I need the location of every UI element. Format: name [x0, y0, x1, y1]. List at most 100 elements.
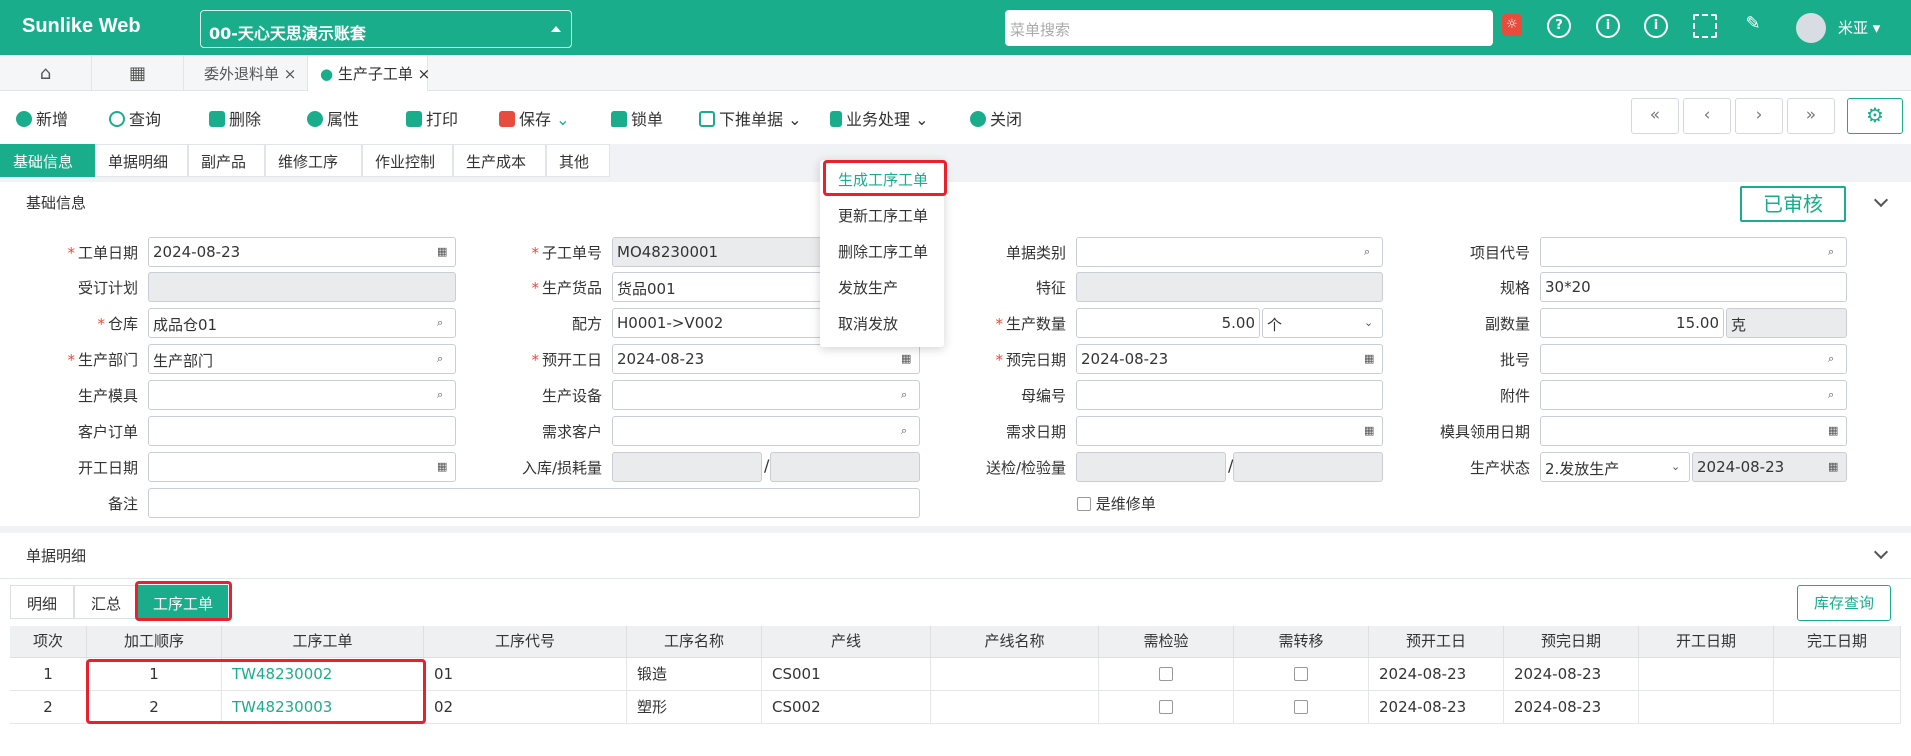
spec-field[interactable]: 30*20	[1540, 272, 1847, 302]
col-header[interactable]: 完工日期	[1774, 626, 1901, 658]
mold-date-field[interactable]: ▦	[1540, 416, 1847, 446]
feature-field[interactable]	[1076, 272, 1383, 302]
col-header[interactable]: 预完日期	[1504, 626, 1639, 658]
inspect-checkbox[interactable]	[1099, 691, 1234, 724]
col-header[interactable]: 需检验	[1099, 626, 1234, 658]
lock-button[interactable]: 锁单	[611, 106, 663, 130]
close-button[interactable]: 关闭	[970, 106, 1022, 130]
about-icon[interactable]: i	[1644, 14, 1668, 38]
inbound-field[interactable]	[612, 452, 762, 482]
save-button[interactable]: 保存 ⌄	[499, 106, 570, 130]
first-button[interactable]: «	[1631, 98, 1679, 134]
sub-qty-field[interactable]: 15.00	[1540, 308, 1724, 338]
mold-field[interactable]: ⌕	[148, 380, 456, 410]
tab-cost[interactable]: 生产成本	[453, 144, 546, 177]
transfer-checkbox[interactable]	[1234, 658, 1369, 691]
fullscreen-icon[interactable]	[1693, 14, 1717, 38]
dept-field[interactable]: 生产部门 ⌕	[148, 344, 456, 374]
calendar-icon[interactable]: ▦	[1364, 425, 1376, 437]
start-date-field[interactable]: 2024-08-23 ▦	[612, 344, 920, 374]
menu-search-input[interactable]: 菜单搜索	[1005, 10, 1493, 46]
tab-detail[interactable]: 单据明细	[95, 144, 188, 177]
end-date-field[interactable]: 2024-08-23 ▦	[1076, 344, 1383, 374]
properties-button[interactable]: 属性	[307, 106, 359, 130]
calendar-icon[interactable]: ▦	[437, 461, 449, 473]
checked-field[interactable]	[1233, 452, 1383, 482]
doc-type-field[interactable]: ⌕	[1076, 237, 1383, 267]
transfer-checkbox[interactable]	[1234, 691, 1369, 724]
loss-field[interactable]	[770, 452, 920, 482]
status-select[interactable]: 2.发放生产 ⌄	[1540, 452, 1690, 482]
query-button[interactable]: 查询	[109, 106, 161, 130]
checkbox-icon[interactable]	[1294, 700, 1308, 714]
checkbox-icon[interactable]	[1159, 667, 1173, 681]
attach-field[interactable]: ⌕	[1540, 380, 1847, 410]
menu-item-release[interactable]: 发放生产	[838, 277, 898, 298]
tab-sub-work-order[interactable]: ● 生产子工单 ×	[308, 55, 431, 91]
plan-field[interactable]	[148, 272, 456, 302]
avatar[interactable]	[1796, 13, 1826, 43]
col-header[interactable]: 工序名称	[627, 626, 762, 658]
col-header[interactable]: 工序代号	[424, 626, 627, 658]
tab-detail-list[interactable]: 明细	[10, 585, 74, 619]
chevron-down-icon[interactable]	[1873, 192, 1889, 208]
status-date-field[interactable]: 2024-08-23 ▦	[1692, 452, 1847, 482]
batch-field[interactable]: ⌕	[1540, 344, 1847, 374]
order-date-field[interactable]: 2024-08-23 ▦	[148, 237, 456, 267]
demand-date-field[interactable]: ▦	[1076, 416, 1383, 446]
menu-item-delete[interactable]: 删除工序工单	[838, 241, 928, 262]
project-field[interactable]: ⌕	[1540, 237, 1847, 267]
last-button[interactable]: »	[1787, 98, 1835, 134]
stock-query-button[interactable]: 库存查询	[1797, 585, 1891, 621]
qty-unit-select[interactable]: 个 ⌄	[1262, 308, 1383, 338]
help-icon[interactable]: ?	[1547, 14, 1571, 38]
user-name[interactable]: 米亚 ▾	[1838, 17, 1880, 38]
repair-checkbox[interactable]: 是维修单	[1077, 493, 1156, 514]
cust-order-field[interactable]	[148, 416, 456, 446]
close-icon[interactable]: ×	[418, 65, 431, 83]
close-icon[interactable]: ×	[284, 65, 297, 83]
search-icon[interactable]: ⌕	[1828, 246, 1840, 258]
chevron-down-icon[interactable]	[1873, 544, 1889, 560]
warehouse-field[interactable]: 成品仓01 ⌕	[148, 308, 456, 338]
checkbox-icon[interactable]	[1077, 497, 1091, 511]
col-header[interactable]: 开工日期	[1639, 626, 1774, 658]
col-header[interactable]: 产线	[762, 626, 931, 658]
search-icon[interactable]: ⌕	[1828, 389, 1840, 401]
notification-icon[interactable]: ☼	[1502, 14, 1522, 36]
next-button[interactable]: ›	[1735, 98, 1783, 134]
menu-item-cancel[interactable]: 取消发放	[838, 313, 898, 334]
begin-date-field[interactable]: ▦	[148, 452, 456, 482]
col-header[interactable]: 需转移	[1234, 626, 1369, 658]
col-header[interactable]: 加工顺序	[87, 626, 222, 658]
clean-icon[interactable]: ✎	[1741, 14, 1765, 38]
business-button[interactable]: 业务处理 ⌄	[830, 106, 929, 130]
prev-button[interactable]: ‹	[1683, 98, 1731, 134]
delete-button[interactable]: 删除	[209, 106, 261, 130]
account-select[interactable]: 00-天心天思演示账套	[200, 10, 572, 48]
search-icon[interactable]: ⌕	[437, 389, 449, 401]
tab-outsource-return[interactable]: 委外退料单 ×	[192, 55, 308, 91]
col-header[interactable]: 产线名称	[931, 626, 1099, 658]
calendar-icon[interactable]: ▦	[1828, 461, 1840, 473]
search-icon[interactable]: ⌕	[1364, 246, 1376, 258]
calendar-icon[interactable]: ▦	[1828, 425, 1840, 437]
search-icon[interactable]: ⌕	[437, 317, 449, 329]
remark-field[interactable]	[148, 488, 920, 518]
mother-field[interactable]	[1076, 380, 1383, 410]
col-header[interactable]: 工序工单	[222, 626, 424, 658]
col-header[interactable]: 预开工日	[1369, 626, 1504, 658]
qty-field[interactable]: 5.00	[1076, 308, 1260, 338]
push-down-button[interactable]: 下推单据 ⌄	[699, 106, 802, 130]
print-button[interactable]: 打印	[406, 106, 458, 130]
calendar-icon[interactable]: ▦	[901, 353, 913, 365]
col-header[interactable]: 项次	[10, 626, 87, 658]
add-button[interactable]: 新增	[16, 106, 68, 130]
menu-item-update[interactable]: 更新工序工单	[838, 205, 928, 226]
info-icon[interactable]: i	[1596, 14, 1620, 38]
tab-repair[interactable]: 维修工序	[265, 144, 362, 177]
search-icon[interactable]: ⌕	[901, 389, 913, 401]
tab-operation[interactable]: 作业控制	[362, 144, 453, 177]
device-field[interactable]: ⌕	[612, 380, 920, 410]
search-icon[interactable]: ⌕	[1828, 353, 1840, 365]
